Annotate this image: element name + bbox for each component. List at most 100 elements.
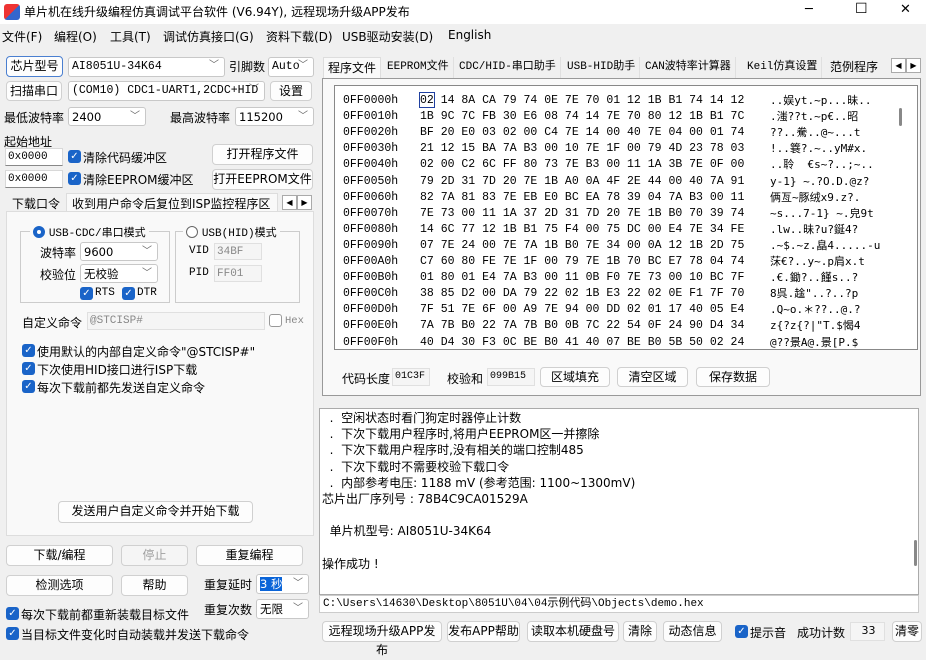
clear-button[interactable]: 清除 (623, 621, 657, 642)
min-baud-value: 2400 (72, 110, 102, 124)
beep-checkbox[interactable]: ✓ (735, 625, 748, 638)
publish-app-button[interactable]: 远程现场升级APP发布 (322, 621, 442, 657)
use-hid-checkbox[interactable]: ✓ (22, 362, 35, 375)
tab-scroll-right[interactable]: ▶ (297, 195, 312, 210)
chip-type-button[interactable]: 芯片型号 (6, 56, 63, 77)
hex-ascii: .Q~o.＊??..@.? (770, 303, 861, 317)
menu-downloads[interactable]: 资料下载(D) (266, 28, 333, 45)
tab-eeprom-file[interactable]: EEPROM文件 (383, 57, 454, 78)
menu-usb-driver[interactable]: USB驱动安装(D) (342, 28, 433, 45)
max-baud-select[interactable]: 115200 ﹀ (235, 107, 314, 126)
chevron-down-icon: ﹀ (130, 111, 140, 122)
publish-help-button[interactable]: 发布APP帮助 (447, 621, 520, 642)
repeat-count-select[interactable]: 无限 ﹀ (256, 599, 309, 619)
reload-each-label: 每次下载前都重新装载目标文件 (21, 608, 190, 622)
hex-scrollbar[interactable] (899, 108, 902, 126)
close-button[interactable]: ✕ (900, 2, 911, 17)
hex-ascii: y-1} ~.?O.D.@z? (770, 174, 870, 188)
reset-count-button[interactable]: 清零 (892, 621, 922, 642)
port-select[interactable]: (COM10) CDC1-UART1,2CDC+HID ﹀ (68, 81, 265, 101)
tab-keil-settings[interactable]: Keil仿真设置 (743, 57, 823, 78)
tab-scroll-left[interactable]: ◀ (282, 195, 297, 210)
hex-address: 0FF0040h (343, 158, 399, 172)
chevron-down-icon: ﹀ (142, 268, 152, 279)
repeat-delay-select[interactable]: 3 秒 ﹀ (256, 574, 309, 594)
menu-tools[interactable]: 工具(T) (110, 28, 151, 45)
minimize-button[interactable]: ─ (805, 2, 813, 17)
auto-reload-checkbox[interactable]: ✓ (6, 627, 19, 640)
send-command-download-button[interactable]: 发送用户自定义命令并开始下载 (58, 501, 253, 523)
menu-english[interactable]: English (448, 28, 491, 42)
parity-select[interactable]: 无校验 ﹀ (80, 264, 158, 283)
stop-button[interactable]: 停止 (121, 545, 188, 566)
hex-checkbox[interactable] (269, 314, 282, 327)
window-title: 单片机在线升级编程仿真调试平台软件 (V6.94Y), 远程现场升级APP发布 (24, 5, 410, 19)
eeprom-address-input[interactable]: 0x0000 (5, 170, 63, 188)
fill-area-button[interactable]: 区域填充 (540, 367, 610, 387)
reload-each-checkbox[interactable]: ✓ (6, 607, 19, 620)
open-eeprom-button[interactable]: 打开EEPROM文件 (212, 169, 313, 190)
tab-scroll-right[interactable]: ▶ (906, 58, 921, 73)
log-line: . 下次下载用户程序时,没有相关的端口控制485 (322, 443, 584, 458)
tab-download-password[interactable]: 下载口令 (8, 195, 64, 212)
min-baud-select[interactable]: 2400 ﹀ (68, 107, 146, 126)
hex-ascii: .lw..昧?u?鋋4? (770, 222, 859, 236)
start-address-input[interactable]: 0x0000 (5, 148, 63, 166)
clear-area-button[interactable]: 清空区域 (617, 367, 688, 387)
log-line: . 空闲状态时看门狗定时器停止计数 (322, 411, 522, 425)
custom-command-input[interactable]: @STCISP# (87, 312, 265, 330)
file-path: C:\Users\14630\Desktop\8051U\04\04示例代码\O… (319, 595, 919, 613)
default-command-checkbox[interactable]: ✓ (22, 344, 35, 357)
clear-eeprom-checkbox[interactable]: ✓ (68, 172, 81, 185)
maximize-button[interactable]: ☐ (855, 1, 868, 17)
send-custom-checkbox[interactable]: ✓ (22, 380, 35, 393)
tab-scroll-left[interactable]: ◀ (891, 58, 906, 73)
chip-select[interactable]: AI8051U-34K64 ﹀ (68, 57, 225, 77)
cdc-mode-radio[interactable]: USB-CDC/串口模式 (30, 224, 149, 240)
hex-bytes: 38 85 D2 00 DA 79 22 02 1B E3 22 02 0E F… (420, 287, 745, 301)
log-scrollbar[interactable] (914, 540, 917, 566)
check-options-button[interactable]: 检测选项 (6, 575, 113, 596)
dynamic-info-button[interactable]: 动态信息 (663, 621, 722, 642)
tab-can-baud[interactable]: CAN波特率计算器 (641, 57, 736, 78)
log-line: . 下次下载用户程序时,将用户EEPROM区一并擦除 (322, 427, 600, 442)
checksum-value: 099B15 (487, 368, 535, 386)
pins-select[interactable]: Auto ﹀ (268, 57, 314, 77)
tab-isp-reset[interactable]: 收到用户命令后复位到ISP监控程序区 (66, 193, 278, 212)
clear-code-checkbox[interactable]: ✓ (68, 150, 81, 163)
open-program-button[interactable]: 打开程序文件 (212, 144, 313, 165)
vid-input[interactable]: 34BF (214, 243, 262, 260)
tab-usb-hid[interactable]: USB-HID助手 (563, 57, 641, 78)
save-data-button[interactable]: 保存数据 (696, 367, 770, 387)
rts-checkbox[interactable]: ✓ (80, 287, 93, 300)
tab-program-file[interactable]: 程序文件 (323, 57, 382, 78)
hex-bytes: 1B 9C 7C FB 30 E6 08 74 14 7E 70 80 12 1… (420, 110, 745, 124)
hex-bytes: 40 D4 30 F3 0C BE B0 41 40 07 BE B0 5B 5… (420, 335, 745, 349)
tab-examples[interactable]: 范例程序 (826, 57, 882, 78)
repeat-program-button[interactable]: 重复编程 (196, 545, 303, 566)
log-line: 芯片出厂序列号 : 78B4C9CA01529A (322, 491, 528, 506)
hex-address: 0FF00B0h (343, 271, 399, 285)
repeat-delay-value: 3 秒 (260, 577, 283, 591)
dtr-checkbox[interactable]: ✓ (122, 287, 135, 300)
download-program-button[interactable]: 下载/编程 (6, 545, 113, 566)
hex-bytes: 14 6C 77 12 1B B1 75 F4 00 75 DC 00 E4 7… (420, 222, 745, 236)
checksum-label: 校验和 (447, 372, 484, 386)
max-baud-value: 115200 (239, 110, 283, 124)
settings-button[interactable]: 设置 (270, 81, 312, 101)
menu-file[interactable]: 文件(F) (2, 28, 42, 45)
scan-port-button[interactable]: 扫描串口 (6, 81, 62, 101)
hex-address: 0FF0000h (343, 94, 399, 107)
clear-eeprom-label: 清除EEPROM缓冲区 (83, 173, 194, 187)
baud-select[interactable]: 9600 ﹀ (80, 242, 158, 261)
chevron-down-icon: ﹀ (142, 246, 152, 257)
radio-checked-icon (33, 226, 45, 238)
help-button[interactable]: 帮助 (121, 575, 188, 596)
menu-debug[interactable]: 调试仿真接口(G) (163, 28, 254, 45)
tab-serial-assistant[interactable]: CDC/HID-串口助手 (455, 57, 561, 78)
repeat-count-value: 无限 (260, 602, 283, 616)
hid-mode-radio[interactable]: USB(HID)模式 (183, 224, 280, 240)
read-disk-button[interactable]: 读取本机硬盘号 (527, 621, 619, 642)
menu-program[interactable]: 编程(O) (54, 28, 97, 45)
pid-input[interactable]: FF01 (214, 265, 262, 282)
